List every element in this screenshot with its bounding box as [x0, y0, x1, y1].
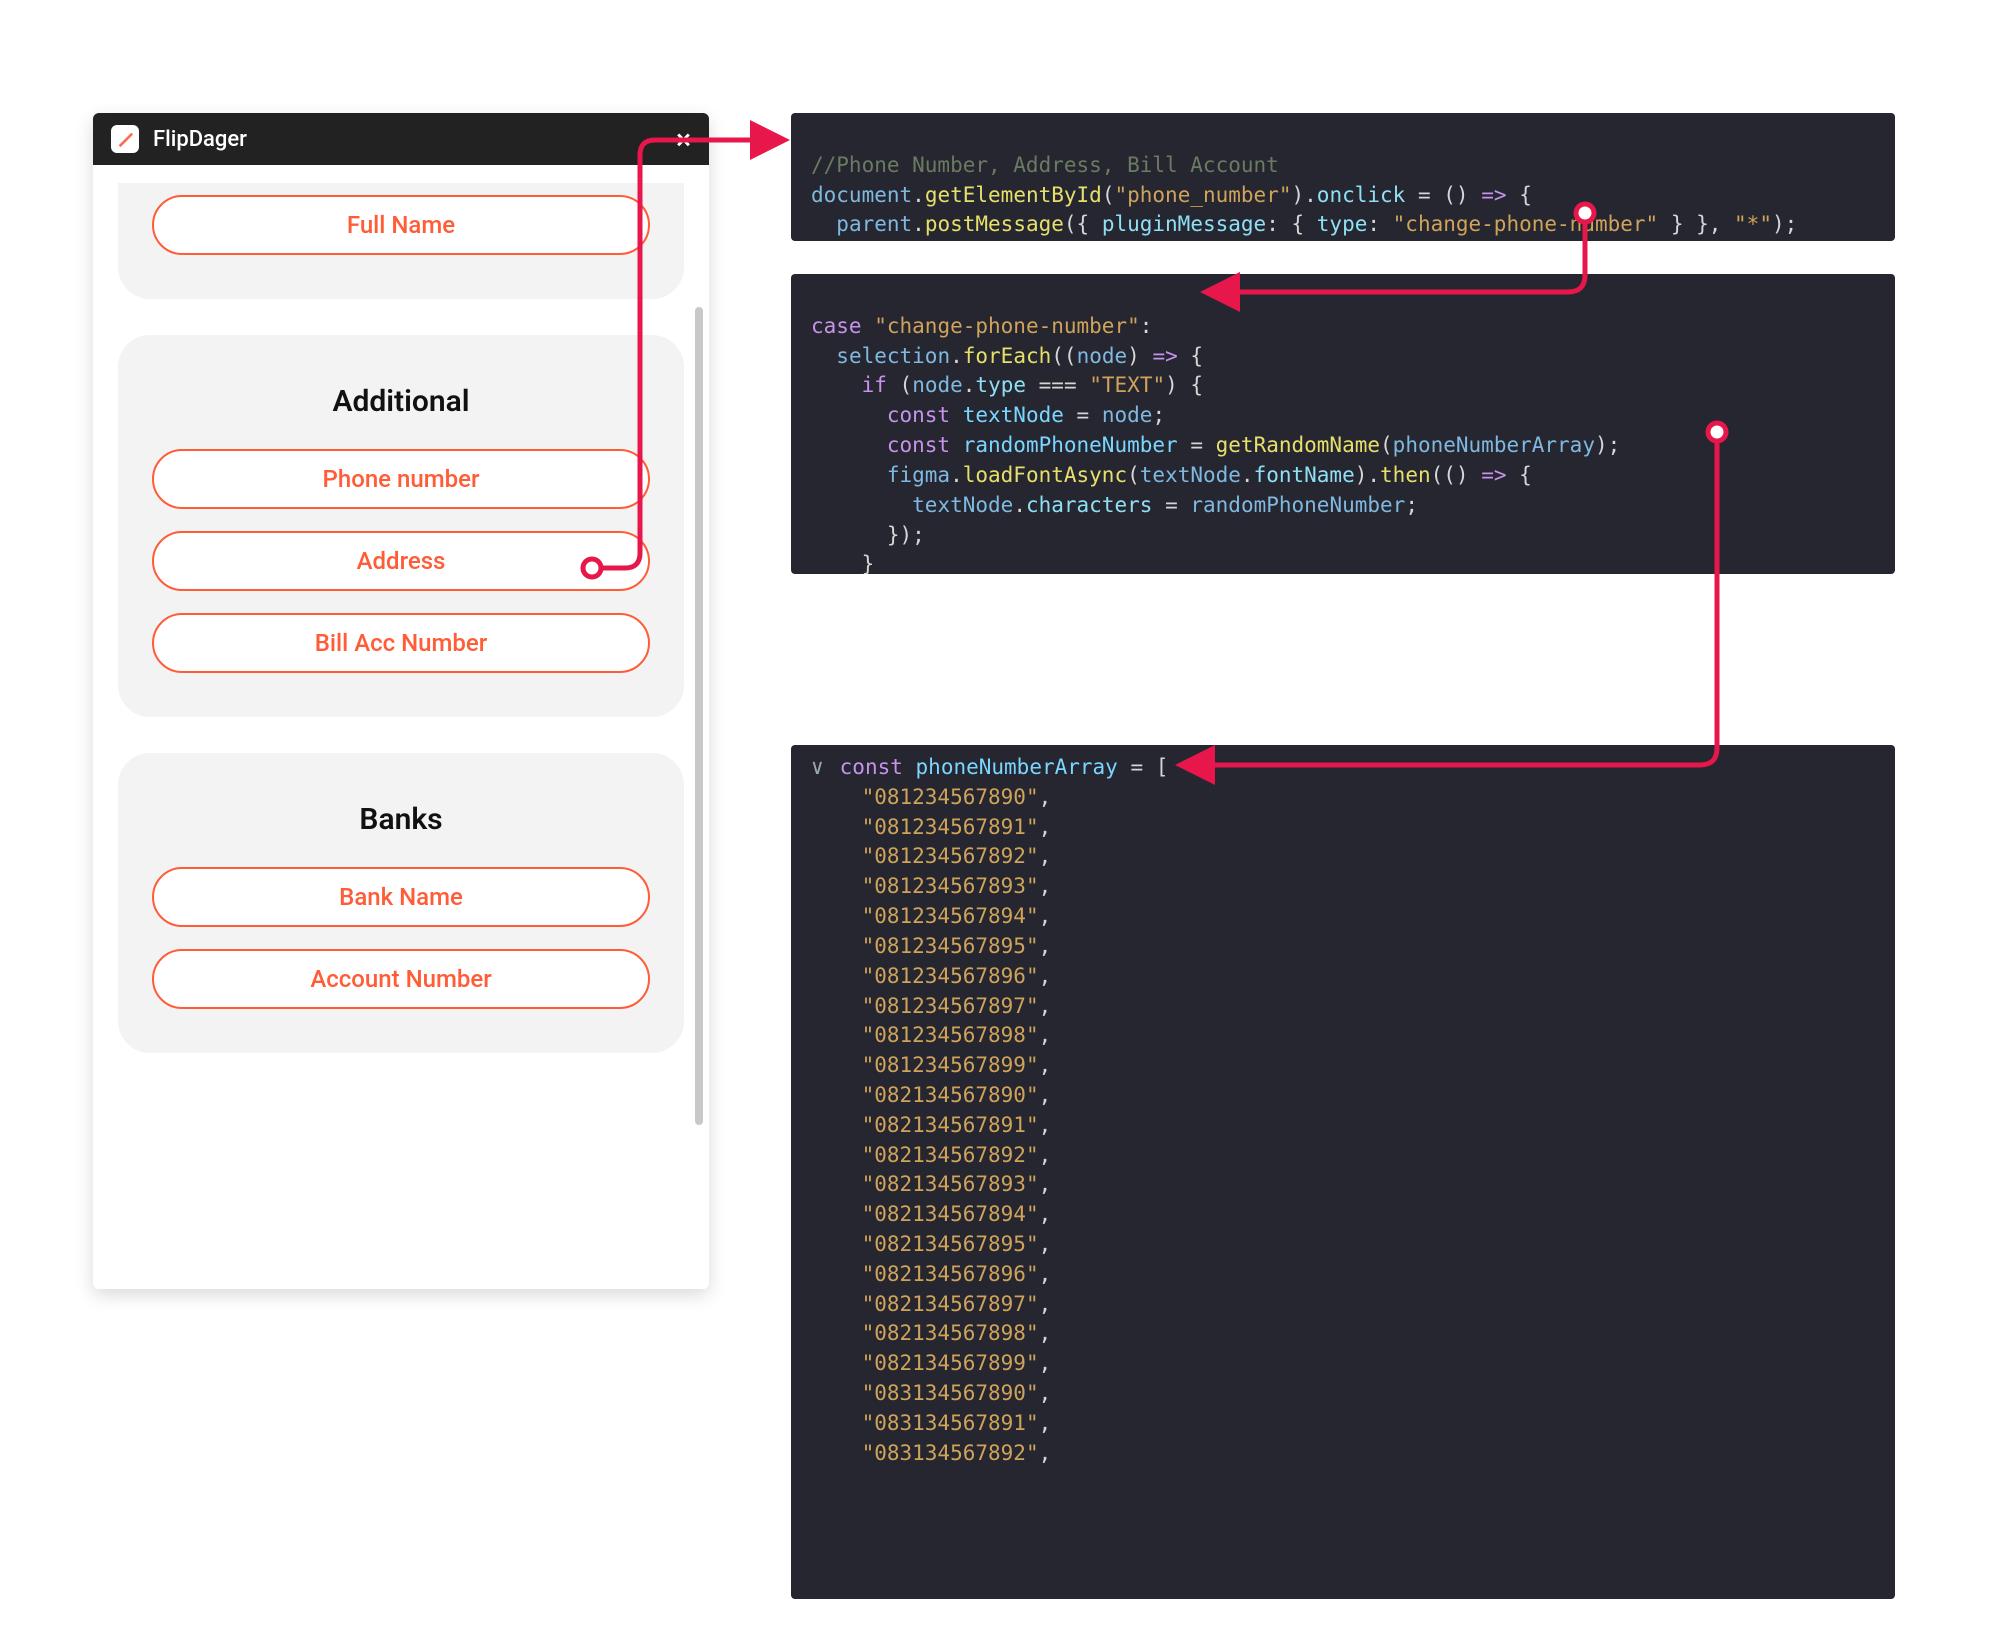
bill-acc-number-button[interactable]: Bill Acc Number — [152, 613, 650, 673]
button-label: Account Number — [310, 965, 491, 993]
group-title: Additional — [152, 384, 650, 419]
plugin-window: FlipDager × Full Name Additional Phone n… — [93, 113, 709, 1289]
plugin-title: FlipDager — [153, 127, 247, 152]
group-card-additional: Additional Phone number Address Bill Acc… — [118, 335, 684, 717]
group-card: Full Name — [118, 183, 684, 299]
full-name-button[interactable]: Full Name — [152, 195, 650, 255]
account-number-button[interactable]: Account Number — [152, 949, 650, 1009]
plugin-header: FlipDager × — [93, 113, 709, 165]
bank-name-button[interactable]: Bank Name — [152, 867, 650, 927]
plugin-logo-icon — [111, 125, 139, 153]
button-label: Bank Name — [339, 883, 463, 911]
close-icon[interactable]: × — [676, 126, 691, 154]
plugin-body: Full Name Additional Phone number Addres… — [93, 165, 709, 1289]
group-card-banks: Banks Bank Name Account Number — [118, 753, 684, 1053]
code-comment: //Phone Number, Address, Bill Account — [811, 153, 1279, 177]
code-snippet-array: ∨ const phoneNumberArray = [ "0812345678… — [791, 745, 1895, 1599]
group-title: Banks — [152, 802, 650, 837]
phone-number-button[interactable]: Phone number — [152, 449, 650, 509]
button-label: Phone number — [323, 465, 480, 493]
button-label: Address — [357, 547, 446, 575]
button-label: Full Name — [347, 211, 455, 239]
address-button[interactable]: Address — [152, 531, 650, 591]
button-label: Bill Acc Number — [315, 629, 488, 657]
code-snippet-case: case "change-phone-number": selection.fo… — [791, 274, 1895, 574]
code-snippet-onclick: //Phone Number, Address, Bill Account do… — [791, 113, 1895, 241]
scrollbar[interactable] — [695, 307, 703, 1125]
